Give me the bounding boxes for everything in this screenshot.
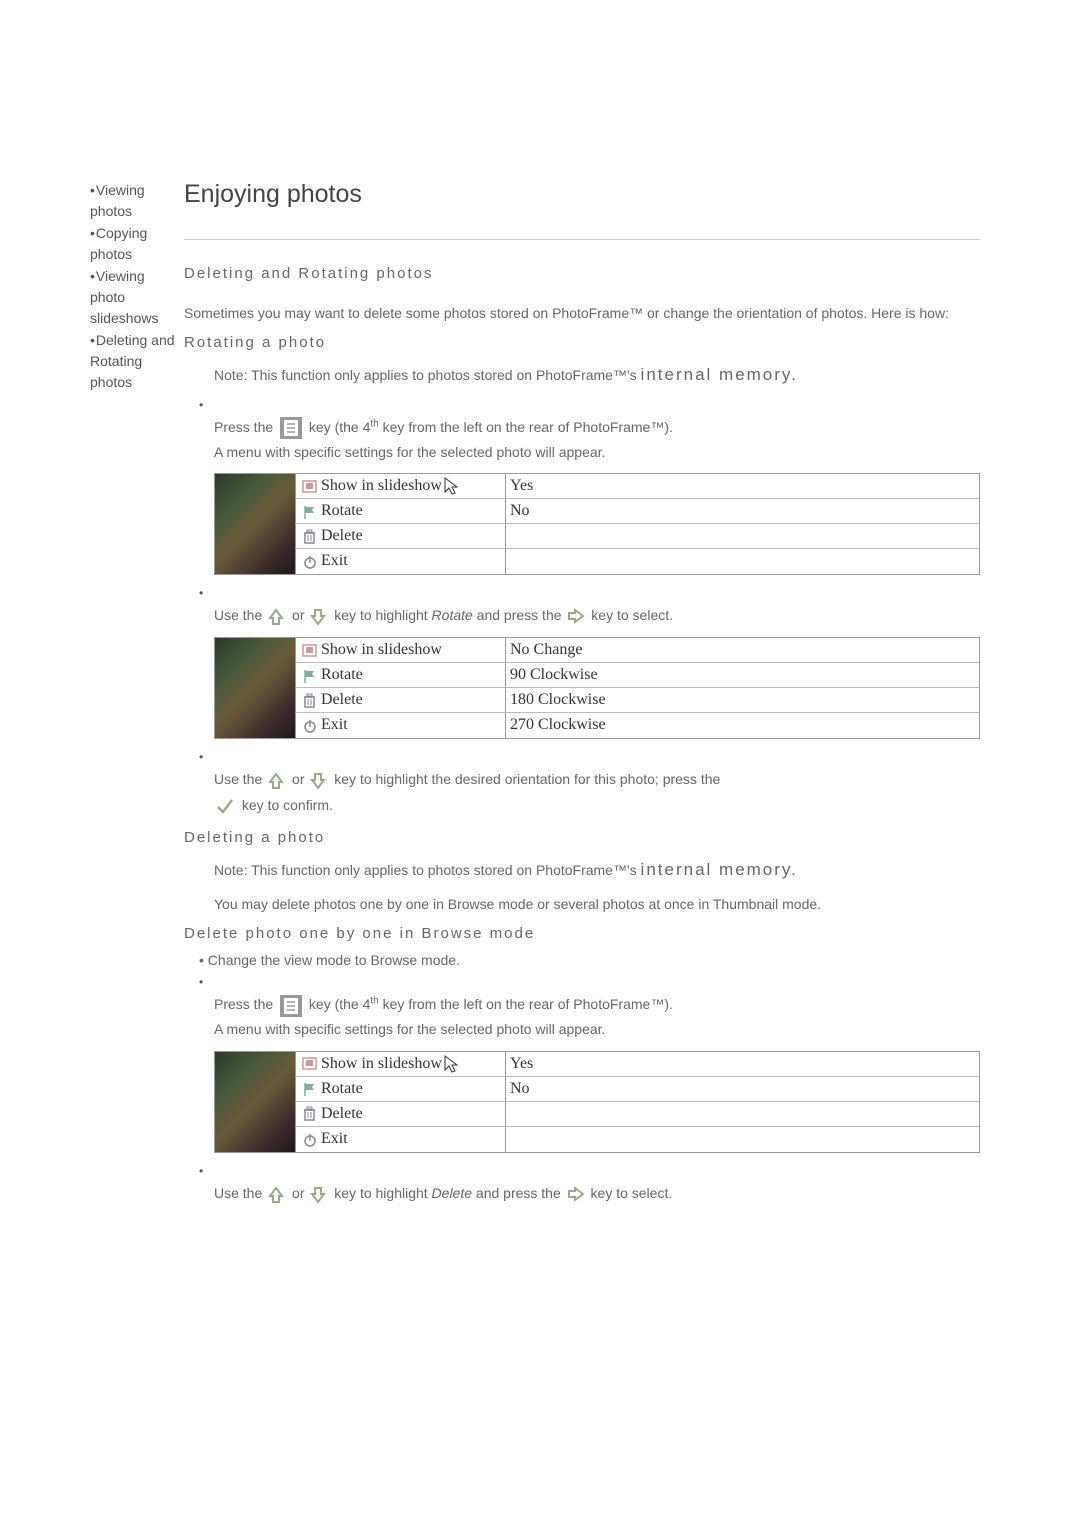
menu-item-rotate: Rotate: [295, 499, 505, 524]
arrow-up-icon: [268, 604, 286, 629]
sidebar-item-viewing-photos[interactable]: •Viewing photos: [90, 180, 180, 222]
step-highlight-delete: • Use the or key to highlight Delete and…: [184, 1165, 980, 1207]
flag-icon: [300, 502, 318, 520]
cursor-icon: [444, 477, 458, 495]
arrow-up-icon: [268, 1181, 286, 1206]
section-heading-delete-rotate: Deleting and Rotating photos: [184, 265, 980, 282]
power-icon: [300, 552, 318, 570]
option-no-change: No Change: [505, 638, 979, 663]
photo-thumbnail: [215, 474, 295, 574]
step-highlight-rotate: • Use the or key to highlight Rotate and…: [184, 587, 980, 629]
arrow-down-icon: [310, 604, 328, 629]
note-internal-memory: Note: This function only applies to phot…: [184, 361, 980, 388]
arrow-up-icon: [268, 768, 286, 793]
intro-text: Sometimes you may want to delete some ph…: [184, 302, 980, 324]
option-270: 270 Clockwise: [505, 713, 979, 738]
option-no: No: [505, 499, 979, 524]
menu-screenshot-2: Show in slideshow Rotate Delete Exit No …: [214, 637, 980, 739]
option-yes: Yes: [505, 474, 979, 499]
cursor-icon: [444, 1054, 458, 1072]
sidebar-item-copying-photos[interactable]: •Copying photos: [90, 223, 180, 265]
menu-item-delete: Delete: [295, 1102, 505, 1127]
flag-icon: [300, 1080, 318, 1098]
bullet-change-view-mode: • Change the view mode to Browse mode.: [184, 952, 980, 968]
subheading-deleting: Deleting a photo: [184, 829, 980, 846]
menu-item-exit: Exit: [295, 549, 505, 574]
menu-item-rotate: Rotate: [295, 1077, 505, 1102]
menu-item-exit: Exit: [295, 713, 505, 738]
step-press-menu-key: • Press the key (the 4th key from the le…: [184, 399, 980, 465]
menu-key-icon: [280, 417, 302, 439]
menu-item-delete: Delete: [295, 688, 505, 713]
option-no: No: [505, 1077, 979, 1102]
power-icon: [300, 1130, 318, 1148]
sidebar-item-deleting-rotating[interactable]: •Deleting and Rotating photos: [90, 330, 180, 393]
power-icon: [300, 716, 318, 734]
slideshow-icon: [300, 1055, 318, 1073]
menu-item-slideshow: Show in slideshow: [295, 638, 505, 663]
sidebar-nav: •Viewing photos •Copying photos •Viewing…: [90, 180, 180, 1214]
option-yes: Yes: [505, 1052, 979, 1077]
sidebar-item-viewing-slideshows[interactable]: •Viewing photo slideshows: [90, 266, 180, 329]
flag-icon: [300, 666, 318, 684]
menu-item-slideshow: Show in slideshow: [295, 474, 505, 499]
menu-screenshot-3: Show in slideshow Rotate Delete Exit Yes…: [214, 1051, 980, 1153]
step-press-menu-key-2: • Press the key (the 4th key from the le…: [184, 976, 980, 1042]
photo-thumbnail: [215, 638, 295, 738]
menu-item-slideshow: Show in slideshow: [295, 1052, 505, 1077]
page-title: Enjoying photos: [184, 180, 980, 209]
subheading-rotating: Rotating a photo: [184, 334, 980, 351]
menu-item-rotate: Rotate: [295, 663, 505, 688]
arrow-down-icon: [310, 1181, 328, 1206]
arrow-down-icon: [310, 768, 328, 793]
slideshow-icon: [300, 641, 318, 659]
note-internal-memory-2: Note: This function only applies to phot…: [184, 856, 980, 883]
menu-item-delete: Delete: [295, 524, 505, 549]
trash-icon: [300, 527, 318, 545]
main-content: Enjoying photos Deleting and Rotating ph…: [180, 180, 980, 1214]
menu-key-icon: [280, 995, 302, 1017]
option-180: 180 Clockwise: [505, 688, 979, 713]
menu-screenshot-1: Show in slideshow Rotate Delete Exit Yes…: [214, 473, 980, 575]
photo-thumbnail: [215, 1052, 295, 1152]
subheading-delete-one: Delete photo one by one in Browse mode: [184, 925, 980, 942]
trash-icon: [300, 691, 318, 709]
menu-item-exit: Exit: [295, 1127, 505, 1152]
option-90: 90 Clockwise: [505, 663, 979, 688]
arrow-right-icon: [567, 1181, 585, 1206]
step-confirm-orientation: • Use the or key to highlight the desire…: [184, 751, 980, 819]
note-delete-modes: You may delete photos one by one in Brow…: [184, 893, 980, 915]
arrow-right-icon: [567, 604, 585, 629]
slideshow-icon: [300, 477, 318, 495]
divider: [184, 239, 980, 240]
check-icon: [216, 793, 236, 818]
trash-icon: [300, 1105, 318, 1123]
